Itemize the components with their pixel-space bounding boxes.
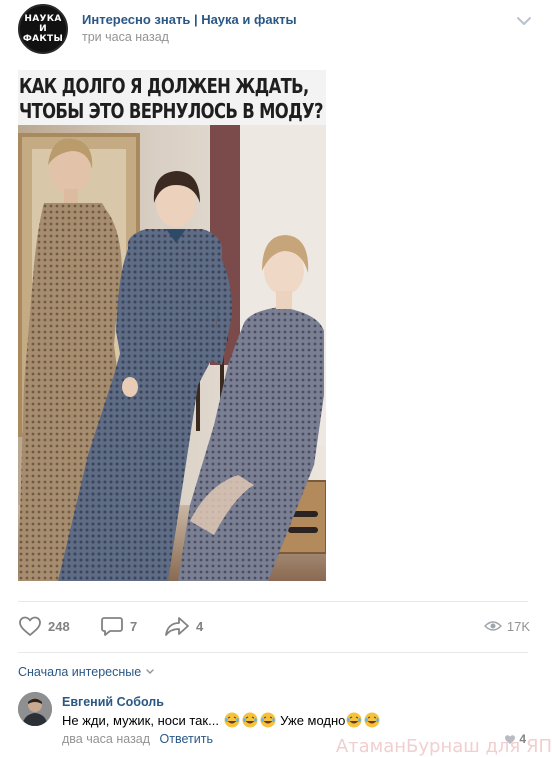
post-image[interactable]: КАК ДОЛГО Я ДОЛЖЕН ЖДАТЬ, ЧТОБЫ ЭТО ВЕРН… [18,70,326,581]
chevron-down-icon [517,17,531,25]
group-avatar[interactable]: НАУКА И ФАКТЫ [18,4,68,54]
comment-author-avatar[interactable] [18,692,52,726]
laughing-emoji-icon [364,712,380,728]
post-header: НАУКА И ФАКТЫ Интересно знать | Наука и … [18,4,534,56]
post-actions-bar: 248 7 4 17K [18,612,530,640]
comment-time[interactable]: два часа назад [62,732,150,746]
post-menu-button[interactable] [514,14,534,28]
eye-icon [483,621,502,631]
group-name-link[interactable]: Интересно знать | Наука и факты [82,12,297,27]
avatar-text-line-3: ФАКТЫ [22,34,64,44]
laughing-emoji-icon [260,712,276,728]
views-counter: 17K [483,612,530,640]
actions-divider-bottom [18,652,528,653]
image-caption-band: КАК ДОЛГО Я ДОЛЖЕН ЖДАТЬ, ЧТОБЫ ЭТО ВЕРН… [18,70,326,125]
image-caption-line-1: КАК ДОЛГО Я ДОЛЖЕН ЖДАТЬ, [19,74,309,98]
image-caption-line-2: ЧТОБЫ ЭТО ВЕРНУЛОСЬ В МОДУ? [19,99,324,123]
views-count: 17K [506,618,530,634]
share-button[interactable]: 4 [164,612,203,640]
like-count: 248 [48,618,70,634]
like-button[interactable]: 248 [18,612,70,640]
comment-button[interactable]: 7 [100,612,137,640]
comment-author-name[interactable]: Евгений Соболь [62,695,164,709]
comment-count: 7 [130,618,138,634]
avatar-text-line-1: НАУКА [24,14,62,24]
share-count: 4 [196,618,204,634]
post-time[interactable]: три часа назад [82,30,169,44]
comments-sort-label: Сначала интересные [18,665,142,679]
watermark-text: АтаманБурнаш для ЯП [335,736,552,757]
heart-icon [19,616,41,636]
actions-divider-top [18,601,528,602]
avatar-text-line-2: И [39,24,47,34]
chevron-down-icon [146,669,154,674]
comment-text-part-1: Не жди, мужик, носи так... [62,712,223,728]
laughing-emoji-icon [346,712,362,728]
comment-text-part-2: Уже модно [276,712,346,728]
reply-button[interactable]: Ответить [160,732,213,746]
comment-meta: два часа назад Ответить [62,732,213,746]
laughing-emoji-icon [224,712,240,728]
photo-three-women-in-lace-gowns [18,125,326,581]
comments-sort-dropdown[interactable]: Сначала интересные [18,665,155,679]
avatar-photo [18,692,52,726]
share-icon [165,617,189,636]
laughing-emoji-icon [242,712,258,728]
comment-text: Не жди, мужик, носи так... Уже модно [62,712,381,728]
comment-icon [101,617,123,636]
